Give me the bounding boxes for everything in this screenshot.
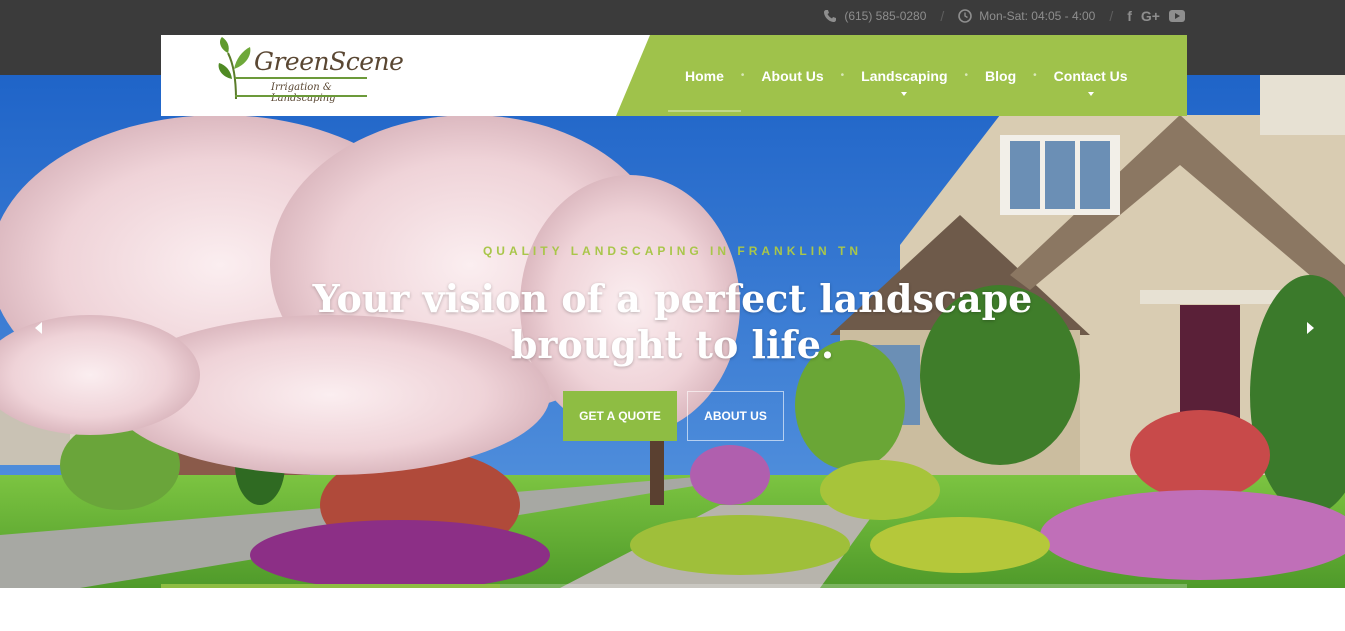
nav-label: Contact Us (1053, 67, 1128, 84)
nav-blog[interactable]: Blog (968, 35, 1033, 116)
about-us-button[interactable]: ABOUT US (687, 391, 784, 441)
divider: / (1109, 8, 1114, 24)
hero-headline: Your vision of a perfect landscape broug… (0, 276, 1345, 368)
nav-landscaping[interactable]: Landscaping (844, 35, 964, 116)
social-links: f G+ (1127, 8, 1185, 24)
chevron-down-icon (1087, 92, 1094, 96)
logo-rule (235, 77, 367, 79)
logo-subtitle: Irrigation & Landscaping (271, 82, 336, 104)
arrow-right-icon[interactable] (1303, 320, 1317, 336)
chevron-down-icon (901, 92, 908, 96)
slide-progress-bar (161, 584, 1187, 588)
site-logo[interactable]: GreenScene Irrigation & Landscaping (188, 35, 404, 105)
site-header: GreenScene Irrigation & Landscaping Home… (161, 35, 1187, 116)
business-hours: Mon-Sat: 04:05 - 4:00 (979, 9, 1096, 23)
facebook-icon[interactable]: f (1127, 8, 1132, 24)
logo-rule (235, 95, 367, 97)
nav-contact-us[interactable]: Contact Us (1037, 35, 1145, 116)
youtube-icon[interactable] (1169, 10, 1185, 22)
leaf-icon (218, 37, 251, 100)
clock-icon (958, 9, 973, 23)
phone-number[interactable]: (615) 585-0280 (844, 9, 926, 23)
top-info: (615) 585-0280 / Mon-Sat: 04:05 - 4:00 /… (823, 6, 1185, 26)
nav-label: Landscaping (861, 67, 948, 84)
divider: / (940, 8, 945, 24)
nav-label: About Us (761, 67, 824, 84)
nav-label: Home (685, 67, 724, 84)
google-plus-icon[interactable]: G+ (1141, 8, 1160, 24)
headline-line-2: brought to life. (510, 322, 835, 367)
nav-label: Blog (985, 67, 1017, 84)
slide-progress-fill (161, 584, 500, 588)
main-navigation: Home • About Us • Landscaping • Blog • C… (616, 35, 1187, 116)
phone-icon (823, 9, 837, 23)
headline-line-1: Your vision of a perfect landscape (312, 276, 1033, 321)
get-a-quote-button[interactable]: GET A QUOTE (563, 391, 677, 441)
logo-name: GreenScene (254, 47, 404, 76)
nav-home[interactable]: Home (668, 35, 741, 116)
hero-tagline: QUALITY LANDSCAPING IN FRANKLIN TN (482, 244, 863, 258)
nav-about-us[interactable]: About Us (744, 35, 840, 116)
arrow-left-icon[interactable] (32, 320, 46, 336)
